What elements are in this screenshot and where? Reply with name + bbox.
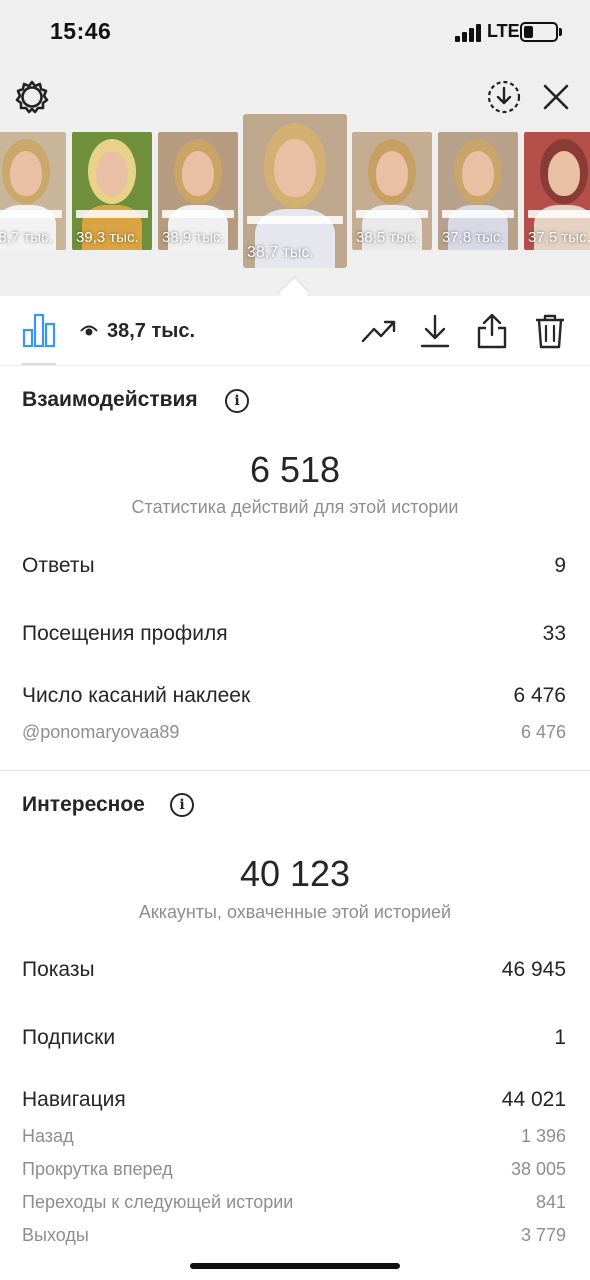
thumbnail-caption [162, 209, 234, 218]
navigation-value: 44 021 [501, 1088, 566, 1111]
sticker-taps-value: 6 476 [513, 684, 566, 707]
forward-label: Прокрутка вперед [22, 1159, 173, 1179]
next-story-label: Переходы к следующей истории [22, 1192, 294, 1212]
interactions-caption: Статистика действий для этой истории [131, 497, 459, 517]
signal-icon [455, 24, 483, 42]
story-thumbnail[interactable]: 37,8 тыс. [438, 132, 518, 250]
home-indicator[interactable] [190, 1263, 400, 1269]
status-bar: 15:46 LTE [0, 0, 590, 64]
thumbnail-views: 38,7 тыс. [247, 244, 314, 261]
thumbnail-views: 38,7 тыс. [0, 229, 53, 246]
thumbnail-face [274, 138, 316, 198]
gear-icon[interactable] [12, 77, 52, 117]
next-story-value: 841 [535, 1192, 566, 1212]
story-thumbnail[interactable]: 38,5 тыс. [352, 132, 432, 250]
thumbnail-face [182, 150, 214, 196]
thumbnail-views: 38,9 тыс. [162, 229, 225, 246]
discovery-title: Интересное [22, 793, 145, 816]
thumbnail-views: 37,5 тыс. [528, 229, 590, 246]
impressions-value: 46 945 [501, 958, 566, 981]
follows-label: Подписки [22, 1026, 116, 1049]
info-icon[interactable]: i [170, 793, 194, 817]
follows-value: 1 [554, 1026, 566, 1049]
story-thumbnails: 38,7 тыс. 39,3 тыс. 38,9 тыс. 38,7 тыс. 38,5… [0, 114, 590, 274]
discovery-total: 40 123 [239, 853, 351, 894]
thumbnail-views: 37,8 тыс. [442, 229, 505, 246]
story-thumbnail[interactable]: 37,5 тыс. [524, 132, 590, 250]
thumbnail-face [10, 150, 42, 196]
battery-level [524, 26, 533, 38]
interactions-total: 6 518 [249, 449, 341, 490]
exits-label: Выходы [22, 1225, 89, 1245]
profile-visits-label: Посещения профиля [22, 622, 228, 645]
download-icon[interactable] [417, 313, 453, 349]
interactions-title: Взаимодействия [22, 388, 198, 411]
exits-value: 3 779 [520, 1225, 566, 1245]
network-type: LTE [487, 21, 520, 41]
thumbnail-caption [356, 209, 428, 218]
mention-sticker-value: 6 476 [520, 722, 566, 742]
thumbnail-caption [528, 209, 590, 218]
mention-sticker-label[interactable]: @ponomaryovaa89 [22, 722, 179, 743]
story-header-area: 15:46 LTE 38,7 тыс.39,3 тыс.38,9 тыс.38,… [0, 0, 590, 296]
thumbnail-caption [247, 215, 343, 224]
thumbnail-face [376, 150, 408, 196]
thumbnail-face [548, 150, 580, 196]
back-label: Назад [22, 1126, 74, 1146]
share-icon[interactable] [474, 313, 510, 349]
trash-icon[interactable] [532, 313, 568, 349]
eye-icon [80, 324, 98, 343]
replies-label: Ответы [22, 554, 95, 577]
thumbnail-face [462, 150, 494, 196]
impressions-label: Показы [22, 958, 95, 981]
story-toolbar: 38,7 тыс. [0, 296, 590, 366]
story-thumbnail[interactable]: 38,9 тыс. [158, 132, 238, 250]
status-time: 15:46 [50, 18, 112, 44]
battery-cap [559, 28, 562, 36]
profile-visits-value: 33 [542, 622, 566, 645]
battery-icon [520, 22, 558, 42]
story-thumbnail[interactable]: 39,3 тыс. [72, 132, 152, 250]
thumbnail-views: 38,5 тыс. [356, 229, 419, 246]
thumbnail-caption [442, 209, 514, 218]
trending-up-icon[interactable] [361, 313, 397, 349]
discovery-caption: Аккаунты, охваченные этой историей [138, 902, 452, 922]
story-views-count: 38,7 тыс. [107, 320, 196, 342]
forward-value: 38 005 [510, 1159, 566, 1179]
story-thumbnail-selected[interactable]: 38,7 тыс. [243, 114, 347, 268]
section-divider [0, 770, 590, 771]
story-thumbnail[interactable]: 38,7 тыс. [0, 132, 66, 250]
download-circle-icon[interactable] [484, 77, 524, 117]
navigation-label: Навигация [22, 1088, 126, 1111]
thumbnail-face [96, 150, 128, 196]
replies-value: 9 [554, 554, 566, 577]
thumbnail-caption [76, 209, 148, 218]
sticker-taps-label: Число касаний наклеек [22, 684, 251, 707]
bar-chart-icon[interactable] [22, 312, 56, 348]
thumbnail-views: 39,3 тыс. [76, 229, 139, 246]
thumbnail-caption [0, 209, 62, 218]
close-icon[interactable] [536, 77, 576, 117]
active-tab-underline [22, 363, 56, 365]
back-value: 1 396 [520, 1126, 566, 1146]
info-icon[interactable]: i [225, 389, 249, 413]
